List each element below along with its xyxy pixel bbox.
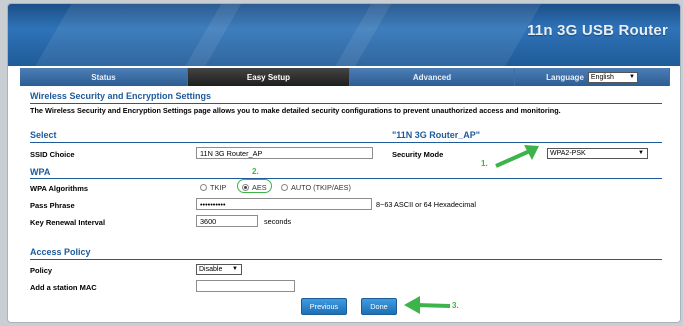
chevron-down-icon: ▼ [638,150,644,156]
previous-button[interactable]: Previous [301,298,347,315]
divider [30,103,662,104]
chevron-down-icon: ▼ [232,266,238,272]
main-nav: Status Easy Setup Advanced Language Engl… [20,68,670,86]
key-renewal-label: Key Renewal Interval [30,218,106,227]
page-title: Wireless Security and Encryption Setting… [30,91,211,101]
done-button[interactable]: Done [361,298,397,315]
divider [30,142,662,143]
add-mac-label: Add a station MAC [30,283,97,292]
radio-aes-label: AES [252,183,267,192]
radio-auto-label: AUTO (TKIP/AES) [291,183,351,192]
pass-phrase-label: Pass Phrase [30,201,75,210]
pass-phrase-value: •••••••••• [200,199,226,209]
pass-phrase-hint: 8~63 ASCII or 64 Hexadecimal [376,200,476,209]
annotation-step-1: 1. [481,159,488,168]
access-policy-title: Access Policy [30,247,91,257]
policy-value: Disable [199,266,223,273]
wpa-section-title: WPA [30,167,51,177]
add-mac-input[interactable] [196,280,295,292]
main-content: Wireless Security and Encryption Setting… [20,88,670,320]
pass-phrase-input[interactable]: •••••••••• [196,198,372,210]
security-mode-select[interactable]: WPA2-PSK ▼ [547,148,648,159]
radio-auto[interactable]: AUTO (TKIP/AES) [281,183,351,192]
language-value: English [590,73,614,81]
tab-easy-setup[interactable]: Easy Setup [188,68,350,86]
key-renewal-value: 3600 [200,216,217,226]
radio-selected-icon [242,184,249,191]
radio-aes[interactable]: AES [242,183,267,192]
tab-advanced-label: Advanced [412,72,452,82]
policy-select[interactable]: Disable ▼ [196,264,242,275]
ssid-choice-label: SSID Choice [30,150,75,159]
key-renewal-unit: seconds [264,217,292,226]
wpa-algorithms-label: WPA Algorithms [30,184,89,193]
chevron-down-icon: ▼ [628,73,635,80]
policy-label: Policy [30,266,53,275]
ssid-choice-input[interactable]: 11N 3G Router_AP [196,147,373,159]
radio-icon [281,184,288,191]
tab-advanced[interactable]: Advanced [350,68,515,86]
done-button-label: Done [370,302,388,311]
radio-icon [200,184,207,191]
annotation-step-2: 2. [252,167,259,176]
language-select[interactable]: English ▼ [587,71,638,83]
ssid-display: "11N 3G Router_AP" [392,130,481,140]
green-arrow-icon [495,145,539,168]
tab-status-label: Status [91,72,116,82]
ssid-choice-value: 11N 3G Router_AP [200,148,263,158]
security-mode-label: Security Mode [392,150,444,159]
tab-status[interactable]: Status [20,68,188,86]
divider [30,178,662,179]
page-description: The Wireless Security and Encryption Set… [30,106,561,115]
tab-easy-setup-label: Easy Setup [246,72,291,82]
radio-tkip-label: TKIP [210,183,227,192]
security-mode-value: WPA2-PSK [550,150,586,157]
brand-title: 11n 3G USB Router [527,22,668,39]
language-area: Language English ▼ [515,68,670,86]
key-renewal-input[interactable]: 3600 [196,215,258,227]
previous-button-label: Previous [309,302,339,311]
radio-tkip[interactable]: TKIP [200,183,226,192]
header-banner: 11n 3G USB Router [8,4,680,66]
select-section-title: Select [30,130,57,140]
green-arrow-icon [404,296,451,314]
divider [30,259,662,260]
language-label: Language [546,72,584,82]
annotation-step-3: 3. [452,301,459,310]
router-admin-window: 11n 3G USB Router Status Easy Setup Adva… [8,4,680,322]
